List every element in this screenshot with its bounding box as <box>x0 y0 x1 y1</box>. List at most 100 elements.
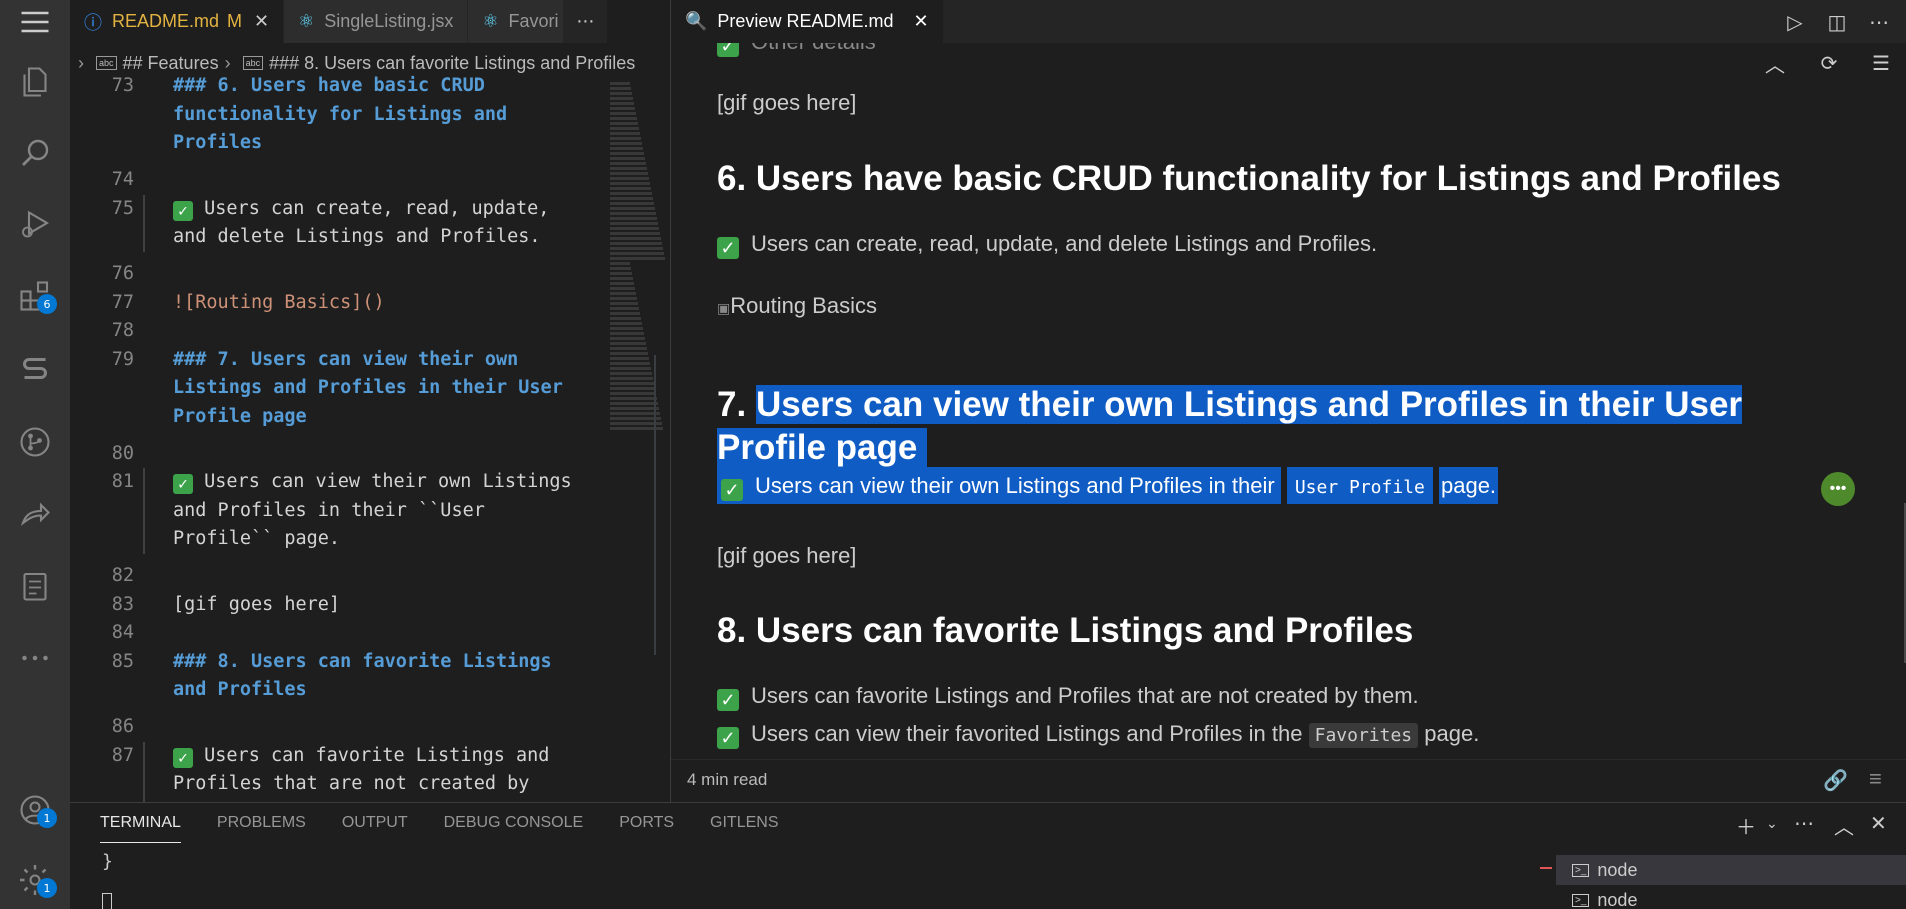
line-number: 73 <box>111 75 134 96</box>
minimap-line <box>610 272 632 275</box>
minimap-line <box>610 332 644 335</box>
editor-scrollbar[interactable] <box>654 355 656 655</box>
right-tab-bar: 🔍 Preview README.md ✕ ▷ ◫ ⋯ <box>671 0 1906 43</box>
more-actions-icon[interactable]: ⋯ <box>1865 8 1893 36</box>
tab-preview-readme[interactable]: 🔍 Preview README.md ✕ <box>671 0 943 43</box>
tab-favorites[interactable]: ⚛ Favori <box>468 0 565 43</box>
terminal-cursor <box>102 893 112 909</box>
markdown-preview[interactable]: ︿ ⟳ ☰ ✓Other details [gif goes here] 6. … <box>671 43 1906 759</box>
read-time: 4 min read <box>687 770 768 789</box>
extensions-icon[interactable]: 6 <box>15 276 57 316</box>
checkmark-icon: ✓ <box>717 43 739 57</box>
tab-singlelisting[interactable]: ⚛ SingleListing.jsx <box>284 0 469 43</box>
link-icon[interactable]: 🔗 <box>1823 768 1848 793</box>
minimap-line <box>610 167 647 170</box>
line-number: 83 <box>111 593 134 615</box>
tab-readme[interactable]: ⓘ README.md M ✕ <box>70 0 285 43</box>
panel-tab-gitlens[interactable]: GITLENS <box>710 804 778 842</box>
minimap-line <box>610 307 639 310</box>
line-number: 78 <box>111 320 134 342</box>
comment-more-button[interactable]: ••• <box>1821 472 1855 506</box>
line-number: 80 <box>111 442 134 464</box>
refresh-icon[interactable]: ⟳ <box>1815 49 1843 77</box>
minimap-line <box>610 182 650 185</box>
line-number: 74 <box>111 169 134 191</box>
terminal-list: >_ node >_ node <box>1556 855 1906 909</box>
snippets-s-icon[interactable] <box>15 350 55 390</box>
menu-icon[interactable] <box>15 10 55 34</box>
explorer-icon[interactable] <box>15 62 55 102</box>
close-icon[interactable]: ✕ <box>254 11 269 32</box>
minimap[interactable] <box>602 80 666 480</box>
minimap-line <box>610 407 659 410</box>
line-text: ✓ Users can view their own Listings and … <box>173 468 600 554</box>
maximize-panel-icon[interactable]: ︿ <box>1834 811 1854 840</box>
new-terminal-icon[interactable]: ＋ <box>1736 811 1756 840</box>
close-panel-icon[interactable]: ✕ <box>1870 811 1887 836</box>
run-icon[interactable]: ▷ <box>1781 8 1809 36</box>
line-number: 82 <box>111 565 134 587</box>
chevron-up-icon[interactable]: ︿ <box>1761 49 1789 77</box>
live-share-icon[interactable] <box>15 494 55 534</box>
minimap-line <box>610 412 660 415</box>
modified-indicator: M <box>227 11 243 31</box>
minimap-line <box>610 252 664 255</box>
hamburger-icon[interactable]: ≡ <box>1869 766 1882 792</box>
minimap-line <box>610 197 653 200</box>
minimap-line <box>610 82 630 85</box>
tabs-more-icon[interactable]: ⋯ <box>564 0 608 43</box>
more-icon[interactable] <box>15 638 55 678</box>
panel-more-icon[interactable]: ⋯ <box>1794 811 1814 836</box>
panel-tab-ports[interactable]: PORTS <box>619 804 674 842</box>
search-icon[interactable] <box>15 133 55 173</box>
minimap-line <box>610 292 636 295</box>
panel-tab-terminal[interactable]: TERMINAL <box>100 804 181 843</box>
source-control-icon[interactable] <box>15 422 55 462</box>
terminal-item[interactable]: >_ node <box>1556 885 1906 909</box>
breadcrumb-item[interactable]: ### 8. Users can favorite Listings and P… <box>269 53 635 74</box>
minimap-line <box>610 187 651 190</box>
minimap-line <box>610 172 648 175</box>
close-icon[interactable]: ✕ <box>913 11 928 32</box>
accounts-icon[interactable]: 1 <box>15 790 57 830</box>
minimap-line <box>610 352 648 355</box>
panel-tab-output[interactable]: OUTPUT <box>342 804 408 842</box>
settings-gear-icon[interactable]: 1 <box>15 860 57 900</box>
minimap-line <box>610 382 654 385</box>
minimap-line <box>610 227 659 230</box>
terminal-output[interactable]: } <box>102 851 113 872</box>
minimap-line <box>610 327 643 330</box>
minimap-line <box>610 112 636 115</box>
chevron-right-icon: › <box>224 52 231 73</box>
indent-guide <box>143 741 145 802</box>
line-text-content: Users can favorite Listings and Profiles… <box>173 744 550 802</box>
minimap-line <box>610 202 654 205</box>
minimap-line <box>610 237 661 240</box>
line-text: ✓ Users can create, read, update, and de… <box>173 195 600 252</box>
panel-tabs: TERMINAL PROBLEMS OUTPUT DEBUG CONSOLE PORTS… <box>100 803 815 843</box>
gif-placeholder: [gif goes here] <box>717 543 857 568</box>
settings-badge: 1 <box>37 878 57 898</box>
line-text: ### 7. Users can view their own Listings… <box>173 348 563 427</box>
minimap-line <box>610 322 642 325</box>
minimap-line <box>610 287 635 290</box>
code-editor[interactable]: 73 ### 6. Users have basic CRUD functiona… <box>70 72 600 802</box>
minimap-line <box>610 342 646 345</box>
line-text: ### 6. Users have basic CRUD functionali… <box>173 75 508 153</box>
panel-tab-debug-console[interactable]: DEBUG CONSOLE <box>444 804 584 842</box>
heading-6: 6. Users have basic CRUD functionality f… <box>717 159 1781 198</box>
panel-tab-problems[interactable]: PROBLEMS <box>217 804 306 842</box>
outline-list-icon[interactable]: ☰ <box>1867 49 1895 77</box>
minimap-line <box>610 317 641 320</box>
clipboard-icon[interactable] <box>15 566 55 606</box>
tab-label: README.md <box>112 11 220 31</box>
chevron-down-icon[interactable]: ⌄ <box>1766 815 1778 832</box>
terminal-item[interactable]: >_ node <box>1556 855 1906 885</box>
checkmark-icon: ✓ <box>721 479 743 501</box>
run-debug-icon[interactable] <box>15 203 55 243</box>
breadcrumb-item[interactable]: ## Features <box>123 53 219 74</box>
heading-7-continued: Profile page <box>717 426 928 470</box>
minimap-line <box>610 132 640 135</box>
split-editor-icon[interactable]: ◫ <box>1823 8 1851 36</box>
line-number: 81 <box>111 471 134 493</box>
